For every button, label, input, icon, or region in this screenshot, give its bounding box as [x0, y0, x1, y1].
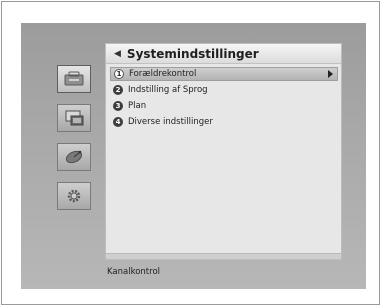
- menu-item-plan[interactable]: 3 Plan: [110, 99, 338, 113]
- satellite-dish-icon: [65, 150, 83, 164]
- back-arrow-icon[interactable]: ◀: [114, 49, 121, 59]
- tv-screen: ◀ Systemindstillinger 1 Forældrekontrol …: [21, 23, 366, 289]
- menu-item-label: Forældrekontrol: [129, 69, 197, 79]
- page-title: Systemindstillinger: [126, 46, 259, 61]
- panel-footer: [106, 253, 341, 259]
- settings-gear-icon: [67, 189, 81, 203]
- menu-item-label: Indstilling af Sprog: [128, 85, 208, 95]
- menu-item-label: Plan: [128, 101, 147, 111]
- menu-item-number: 1: [114, 69, 124, 79]
- panel-header: ◀ Systemindstillinger: [106, 44, 341, 64]
- menu-item-number: 3: [113, 101, 123, 111]
- settings-panel: ◀ Systemindstillinger 1 Forældrekontrol …: [105, 43, 342, 260]
- outer-frame: ◀ Systemindstillinger 1 Forældrekontrol …: [1, 1, 380, 305]
- menu-item-foraeldrekontrol[interactable]: 1 Forældrekontrol: [110, 67, 338, 81]
- menu-item-diverse[interactable]: 4 Diverse indstillinger: [110, 115, 338, 129]
- display-settings-icon: [65, 110, 84, 126]
- menu-item-number: 4: [113, 117, 123, 127]
- sidebar-item-settings[interactable]: [57, 182, 91, 210]
- chevron-right-icon: [328, 70, 333, 78]
- sidebar-item-display-settings[interactable]: [57, 104, 91, 132]
- status-text: Kanalkontrol: [107, 267, 161, 277]
- menu-item-label: Diverse indstillinger: [128, 117, 213, 127]
- sidebar-item-parental-control[interactable]: [57, 65, 91, 93]
- sidebar-item-satellite[interactable]: [57, 143, 91, 171]
- menu-item-number: 2: [113, 85, 123, 95]
- parental-control-icon: [64, 71, 84, 86]
- menu-item-sprog[interactable]: 2 Indstilling af Sprog: [110, 83, 338, 97]
